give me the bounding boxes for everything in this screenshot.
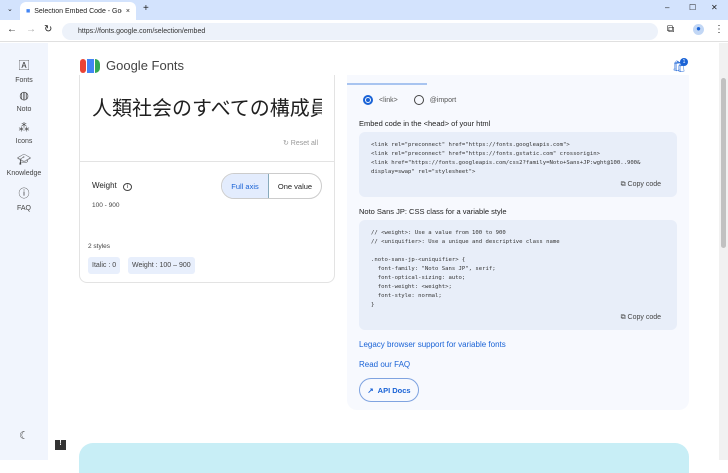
label: Reset all [290, 140, 318, 147]
address-bar[interactable]: https://fonts.google.com/selection/embed [62, 23, 658, 40]
reset-icon: ↻ [282, 140, 291, 147]
label: API Docs [377, 385, 411, 395]
close-tab-icon[interactable]: × [126, 8, 130, 15]
label: FAQ [16, 205, 31, 212]
tab-indicator [347, 83, 427, 85]
google-fonts-logo-icon [80, 58, 100, 73]
link-radio[interactable] [363, 95, 373, 105]
label: Noto [16, 106, 32, 113]
reset-all-button[interactable]: ↻ Reset all [283, 139, 318, 147]
legacy-support-link[interactable]: Legacy browser support for variable font… [359, 340, 506, 349]
embed-code-block[interactable]: <link rel="preconnect" href="https://fon… [359, 132, 677, 197]
weight-range: 100 - 900 [92, 202, 120, 209]
close-window-icon[interactable]: ✕ [711, 3, 718, 12]
tab-search-icon[interactable]: ⌄ [7, 5, 13, 13]
favicon-icon: ■ [26, 7, 31, 15]
school-icon: 🎓︎ [17, 154, 31, 166]
sidebar-item-knowledge[interactable]: 🎓︎ Knowledge [0, 153, 48, 177]
moon-icon: ☾ [19, 430, 29, 442]
full-axis-button[interactable]: Full axis [222, 174, 269, 198]
sidebar-item-faq[interactable]: ⓘ FAQ [0, 185, 48, 212]
open-in-new-icon: ↗ [367, 385, 374, 395]
profile-avatar[interactable]: ● [693, 24, 704, 35]
logo[interactable]: Google Fonts [80, 58, 184, 73]
weight-chip: Weight : 100 – 900 [128, 257, 195, 274]
weight-label: Weight i [92, 181, 133, 191]
copy-icon: ⧉ [620, 181, 628, 188]
browser-tab[interactable]: ■ Selection Embed Code - Google Fonts × [20, 2, 136, 20]
tab-strip: ⌄ ■ Selection Embed Code - Google Fonts … [0, 0, 728, 20]
css-class-label: Noto Sans JP: CSS class for a variable s… [359, 207, 507, 216]
tab-title: Selection Embed Code - Google Fonts [34, 7, 122, 15]
sidebar: 🄰 Fonts ◍ Noto ⁂ Icons 🎓︎ Knowledge ⓘ FAQ ☾ [0, 43, 48, 460]
sidebar-item-noto[interactable]: ◍ Noto [0, 89, 48, 113]
embed-code: <link rel="preconnect" href="https://fon… [371, 142, 641, 175]
embed-panel: <link> @import Embed code in the <head> … [347, 75, 689, 410]
embed-type-radios: <link> @import [363, 95, 456, 105]
new-tab-icon[interactable]: + [143, 3, 149, 14]
copy-embed-button[interactable]: ⧉ Copy code [621, 180, 661, 189]
italic-chip: Italic : 0 [88, 257, 121, 274]
reload-icon[interactable]: ↻ [44, 24, 52, 35]
label: Knowledge [6, 170, 42, 177]
site-title: Google Fonts [106, 58, 185, 73]
styles-count: 2 styles [88, 243, 111, 250]
import-radio[interactable] [413, 95, 424, 105]
scrollbar-thumb[interactable] [721, 78, 726, 248]
menu-icon[interactable]: ⋮ [714, 24, 724, 35]
font-icon: 🄰 [18, 60, 30, 72]
divider [80, 161, 334, 162]
import-option-label: @import [429, 96, 457, 104]
bottom-banner [79, 443, 689, 473]
css-code-block[interactable]: // <weight>: Use a value from 100 to 900… [359, 220, 677, 330]
url-text: https://fonts.google.com/selection/embed [78, 28, 206, 35]
axis-toggle: Full axis One value [221, 173, 322, 199]
minimize-icon[interactable]: – [665, 3, 669, 12]
embed-code-label: Embed code in the <head> of your html [359, 119, 491, 128]
info-icon[interactable]: i [123, 183, 133, 191]
api-docs-button[interactable]: ↗ API Docs [359, 378, 419, 402]
help-icon: ⓘ [18, 188, 30, 200]
label: Icons [15, 138, 33, 145]
one-value-button[interactable]: One value [269, 174, 321, 198]
copy-icon: ⧉ [620, 314, 628, 321]
label: Weight [92, 181, 117, 190]
css-code: // <weight>: Use a value from 100 to 900… [371, 230, 560, 308]
sample-text: 人類社会のすべての構成員 [92, 98, 322, 120]
bag-count-badge: 1 [680, 58, 688, 66]
faq-link[interactable]: Read our FAQ [359, 360, 410, 369]
globe-icon: ◍ [19, 90, 29, 102]
back-icon[interactable]: ← [7, 24, 17, 35]
label: Copy code [627, 181, 661, 188]
scrollbar[interactable] [719, 43, 728, 460]
link-option-label: <link> [379, 96, 398, 104]
maximize-icon[interactable]: ☐ [689, 3, 696, 12]
forward-icon[interactable]: → [26, 24, 36, 35]
label: Copy code [627, 314, 661, 321]
font-preview-card: 人類社会のすべての構成員 ↻ Reset all Weight i 100 - … [79, 75, 335, 283]
label: Fonts [15, 77, 33, 84]
sidebar-item-fonts[interactable]: 🄰 Fonts [0, 57, 48, 84]
feedback-icon[interactable]: ! [55, 440, 66, 450]
dark-mode-toggle[interactable]: ☾ [0, 429, 48, 446]
shapes-icon: ⁂ [18, 122, 30, 134]
extensions-icon[interactable]: ⧉ [667, 24, 674, 35]
copy-css-button[interactable]: ⧉ Copy code [621, 313, 661, 322]
sidebar-item-icons[interactable]: ⁂ Icons [0, 121, 48, 145]
